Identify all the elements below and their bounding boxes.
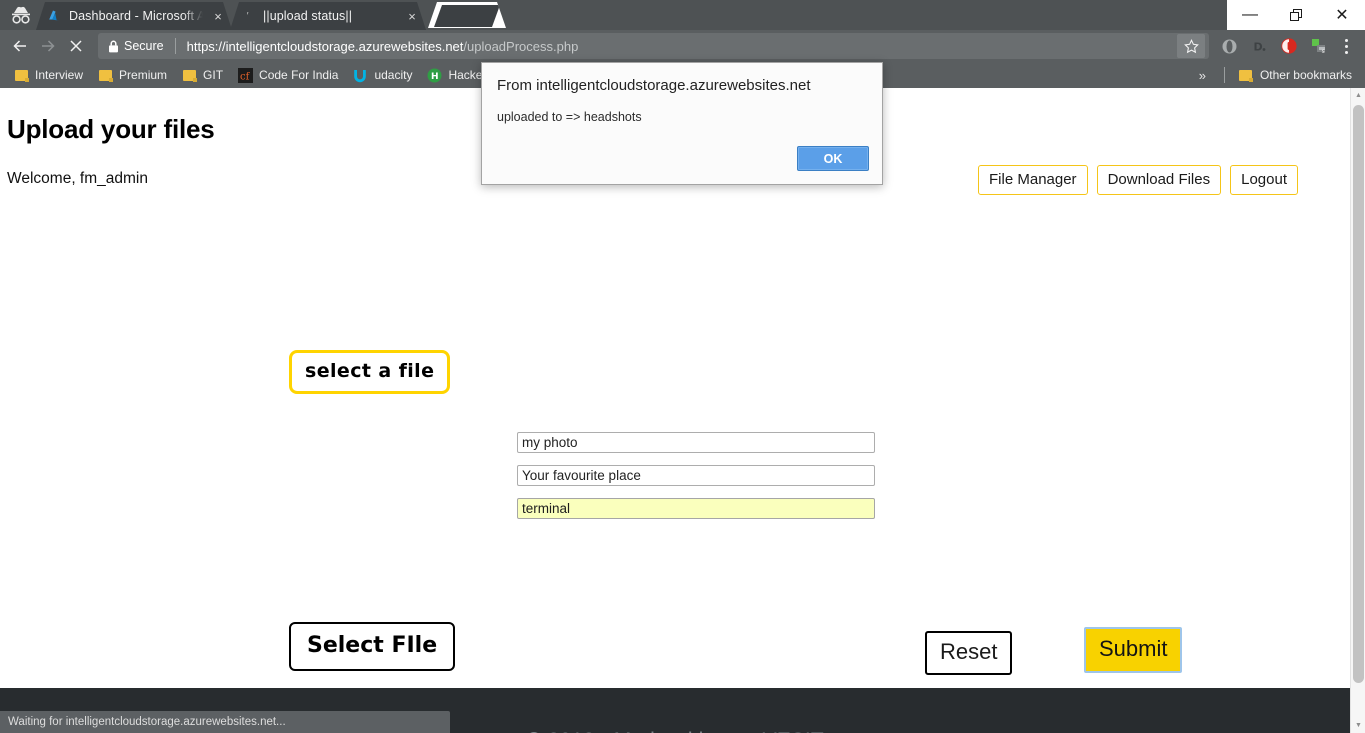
- bookmark-label: Premium: [119, 68, 168, 82]
- other-bookmarks-folder[interactable]: Other bookmarks: [1231, 64, 1359, 86]
- javascript-alert-dialog: From intelligentcloudstorage.azurewebsit…: [481, 62, 883, 185]
- browser-window: Dashboard - Microsoft A × ||upload statu…: [0, 0, 1365, 733]
- azure-logo-icon: [46, 8, 62, 24]
- bookmark-label: Code For India: [259, 68, 339, 82]
- opera-circle-icon[interactable]: [1215, 32, 1243, 60]
- nav-actions: File Manager Download Files Logout: [978, 165, 1298, 195]
- browser-tab-dashboard[interactable]: Dashboard - Microsoft A ×: [36, 2, 232, 30]
- bookmark-label: Interview: [35, 68, 84, 82]
- security-chip[interactable]: Secure: [108, 39, 164, 53]
- favourite-place-input[interactable]: [517, 465, 875, 486]
- folder-icon: [13, 67, 29, 83]
- security-label: Secure: [124, 39, 164, 53]
- bookmarks-divider: [1223, 67, 1225, 83]
- folder-icon: [97, 67, 113, 83]
- three-dot-menu-icon[interactable]: [1333, 32, 1359, 60]
- loading-icon: [240, 8, 256, 24]
- incognito-icon: [4, 3, 38, 27]
- green-puzzle-icon[interactable]: s: [1305, 32, 1333, 60]
- window-controls: — ✕: [1227, 0, 1365, 30]
- upload-form-fields: [517, 432, 875, 519]
- star-icon[interactable]: [1177, 34, 1205, 58]
- url-path: /uploadProcess.php: [463, 38, 579, 54]
- tab-title: Dashboard - Microsoft A: [69, 9, 203, 23]
- page-title: Upload your files: [7, 114, 215, 144]
- file-manager-button[interactable]: File Manager: [978, 165, 1088, 195]
- chevron-double-right-icon[interactable]: »: [1187, 68, 1218, 83]
- footer-prefix: © 2018 - Made with: [526, 729, 710, 733]
- select-file-button[interactable]: Select FIle: [289, 622, 456, 671]
- bookmarks-overflow: » Other bookmarks: [1187, 64, 1359, 86]
- dialog-ok-button[interactable]: OK: [797, 146, 869, 171]
- svg-text:cf: cf: [240, 71, 251, 82]
- forward-arrow-icon: [34, 32, 62, 60]
- svg-text:H: H: [431, 72, 439, 82]
- footer-text: © 2018 - Made with ♥ at VESIT: [526, 729, 824, 733]
- svg-text:D: D: [1253, 40, 1262, 53]
- codeforindia-favicon: cf: [237, 67, 253, 83]
- download-files-button[interactable]: Download Files: [1096, 165, 1222, 195]
- reset-button[interactable]: Reset: [925, 631, 1013, 675]
- minimize-button[interactable]: —: [1228, 0, 1273, 30]
- select-a-file-button[interactable]: select a file: [289, 350, 451, 394]
- scrollbar-thumb[interactable]: [1353, 105, 1364, 683]
- lock-icon: [108, 40, 119, 53]
- file-title-input[interactable]: [517, 432, 875, 453]
- udacity-favicon: [352, 67, 368, 83]
- other-bookmarks-label: Other bookmarks: [1259, 68, 1352, 82]
- folder-icon: [1238, 67, 1254, 83]
- bookmark-code-for-india[interactable]: cf Code For India: [230, 64, 345, 86]
- back-arrow-icon[interactable]: [6, 32, 34, 60]
- tab-strip: Dashboard - Microsoft A × ||upload statu…: [0, 0, 1365, 30]
- bookmark-label: udacity: [374, 68, 413, 82]
- status-bar: Waiting for intelligentcloudstorage.azur…: [0, 711, 450, 733]
- page-scrollbar[interactable]: ▲ ▼: [1350, 88, 1365, 733]
- dialog-message: uploaded to => headshots: [497, 110, 642, 124]
- folder-icon: [181, 67, 197, 83]
- tab-title: ||upload status||: [263, 9, 353, 23]
- svg-text:s: s: [1322, 48, 1325, 55]
- close-icon[interactable]: ×: [210, 8, 226, 24]
- bookmark-label: GIT: [203, 68, 224, 82]
- adblock-shield-icon[interactable]: [1275, 32, 1303, 60]
- tab-partial[interactable]: [428, 2, 506, 28]
- url-host: https://intelligentcloudstorage.azureweb…: [186, 38, 464, 54]
- tag-input[interactable]: [517, 498, 875, 519]
- scroll-down-icon[interactable]: ▼: [1351, 718, 1365, 733]
- logout-button[interactable]: Logout: [1230, 165, 1298, 195]
- footer-suffix: at VESIT: [739, 729, 824, 733]
- url-text: https://intelligentcloudstorage.azureweb…: [187, 39, 579, 54]
- browser-tab-upload-status[interactable]: ||upload status|| ×: [230, 2, 426, 30]
- letter-d-icon[interactable]: D: [1245, 32, 1273, 60]
- submit-button[interactable]: Submit: [1084, 627, 1183, 673]
- address-bar[interactable]: Secure https://intelligentcloudstorage.a…: [98, 33, 1209, 59]
- bookmark-premium[interactable]: Premium: [90, 64, 174, 86]
- omnibox-divider: [174, 38, 176, 54]
- welcome-text: Welcome, fm_admin: [7, 170, 148, 187]
- tab-partial-shape: [434, 5, 500, 27]
- close-icon[interactable]: ×: [404, 8, 420, 24]
- bookmark-interview[interactable]: Interview: [6, 64, 90, 86]
- browser-toolbar: Secure https://intelligentcloudstorage.a…: [0, 30, 1365, 62]
- bookmark-udacity[interactable]: udacity: [345, 64, 419, 86]
- extension-icons: D s: [1213, 32, 1333, 60]
- maximize-icon[interactable]: [1274, 0, 1319, 30]
- hackerearth-favicon: H: [426, 67, 442, 83]
- dialog-title: From intelligentcloudstorage.azurewebsit…: [497, 77, 811, 94]
- scroll-up-icon[interactable]: ▲: [1351, 88, 1365, 103]
- stop-x-icon[interactable]: [62, 32, 90, 60]
- bookmark-git[interactable]: GIT: [174, 64, 230, 86]
- close-window-icon[interactable]: ✕: [1320, 0, 1365, 30]
